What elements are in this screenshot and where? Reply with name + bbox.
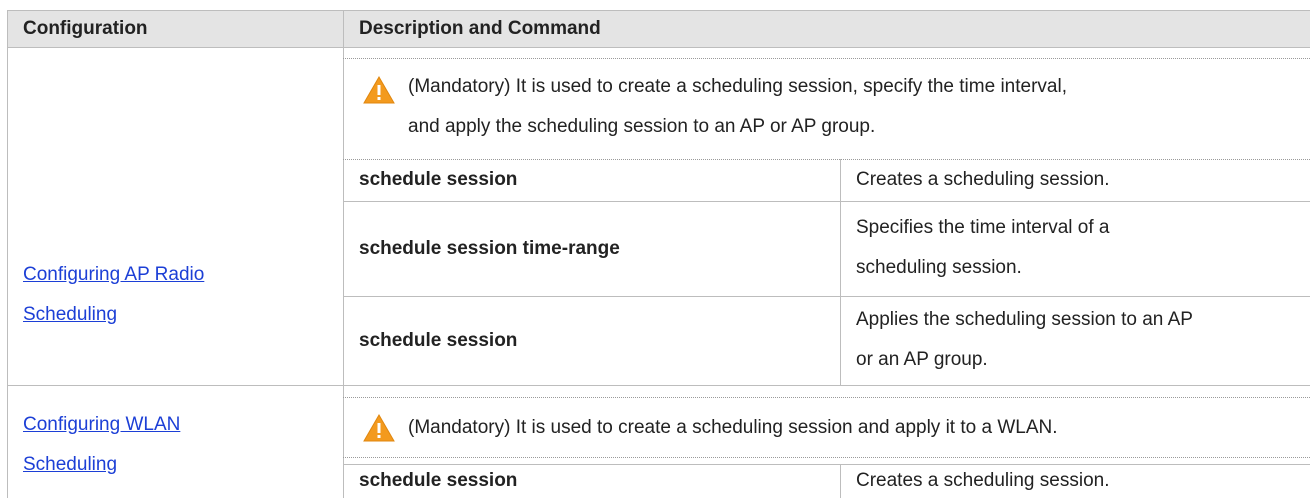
mandatory-note: (Mandatory) It is used to create a sched… [343, 397, 1310, 457]
description-cell: Creates a scheduling session. [840, 159, 1310, 201]
header-description-label: Description and Command [359, 17, 601, 39]
note-line: (Mandatory) It is used to create a sched… [408, 76, 1067, 97]
header-description-command: Description and Command [343, 10, 1310, 47]
note-line: (Mandatory) It is used to create a sched… [408, 417, 1058, 438]
note-top-dotted-border [343, 58, 1310, 59]
command-cell: schedule session time-range [343, 201, 840, 296]
command-text: schedule session [359, 329, 518, 351]
description-text: Creates a scheduling session. [856, 470, 1110, 491]
command-text: schedule session [359, 470, 518, 491]
table-border-left [7, 10, 8, 498]
header-configuration: Configuration [7, 10, 343, 47]
section-border [7, 385, 1310, 386]
warning-triangle-icon [363, 76, 395, 104]
inner-column-divider [840, 159, 841, 385]
description-text: Applies the scheduling session to an AP [856, 309, 1193, 330]
config-link-line[interactable]: Scheduling [23, 445, 343, 485]
column-divider [343, 10, 344, 498]
header-bottom-border [7, 47, 1310, 48]
config-link-line[interactable]: Scheduling [23, 295, 343, 335]
note-bottom-dotted-border [343, 457, 1310, 458]
description-text: Specifies the time interval of a [856, 217, 1110, 238]
note-top-dotted-border [343, 397, 1310, 398]
row-border [343, 201, 1310, 202]
description-cell: Applies the scheduling session to an AP … [840, 296, 1310, 385]
note-bottom-dotted-border [343, 159, 1310, 160]
mandatory-note-text: (Mandatory) It is used to create a sched… [408, 408, 1058, 448]
configuration-table: Configuration Description and Command Co… [0, 0, 1310, 498]
command-text: schedule session [359, 169, 518, 190]
description-text: scheduling session. [856, 257, 1022, 278]
mandatory-note-text: (Mandatory) It is used to create a sched… [408, 67, 1067, 147]
config-link-line[interactable]: Configuring AP Radio [23, 255, 343, 295]
table-border-top [7, 10, 1310, 11]
command-cell: schedule session [343, 296, 840, 385]
row-border [343, 296, 1310, 297]
command-text: schedule session time-range [359, 237, 620, 259]
note-line: and apply the scheduling session to an A… [408, 116, 876, 137]
description-text: or an AP group. [856, 349, 988, 370]
inner-column-divider [840, 464, 841, 498]
config-link-line[interactable]: Configuring WLAN [23, 405, 343, 445]
config-link-ap-radio-scheduling[interactable]: Configuring AP Radio Scheduling [7, 255, 343, 335]
row-border [343, 464, 1310, 465]
description-text: Creates a scheduling session. [856, 169, 1110, 190]
warning-triangle-icon [363, 414, 395, 442]
description-cell: Creates a scheduling session. [840, 464, 1310, 498]
command-cell: schedule session [343, 159, 840, 201]
description-cell: Specifies the time interval of a schedul… [840, 201, 1310, 296]
header-configuration-label: Configuration [23, 17, 148, 39]
mandatory-note: (Mandatory) It is used to create a sched… [343, 59, 1310, 159]
config-link-wlan-scheduling[interactable]: Configuring WLAN Scheduling [7, 405, 343, 485]
command-cell: schedule session [343, 464, 840, 498]
